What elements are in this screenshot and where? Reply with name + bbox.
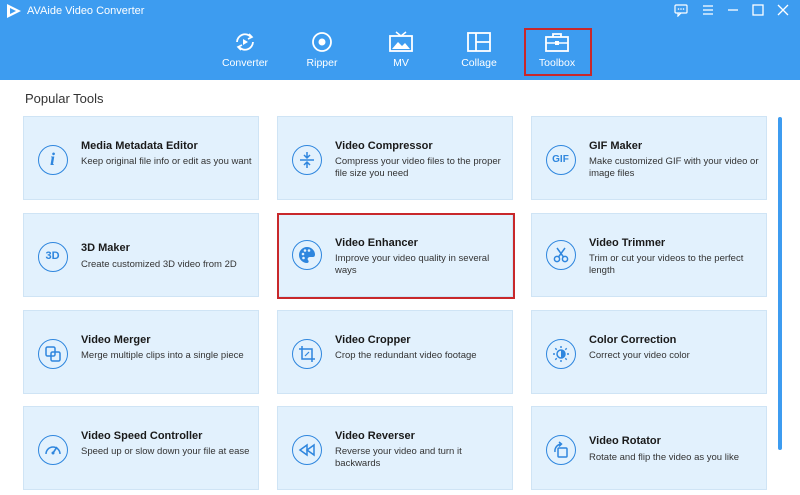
feedback-icon[interactable] xyxy=(674,3,688,17)
tool-title: Video Rotator xyxy=(589,435,661,447)
tool-title: Video Compressor xyxy=(335,140,433,152)
tool-card-color-correction[interactable]: Color Correction Correct your video colo… xyxy=(531,310,767,394)
color-correction-icon xyxy=(546,339,576,369)
tool-description: Crop the redundant video footage xyxy=(335,350,477,361)
converter-icon xyxy=(236,33,254,51)
tool-card-video-reverser[interactable]: Video Reverser Reverse your video and tu… xyxy=(277,406,513,490)
tool-description: Speed up or slow down your file at ease xyxy=(81,446,250,457)
merge-icon xyxy=(38,339,68,369)
collage-icon xyxy=(467,32,491,52)
tool-description: Correct your video color xyxy=(589,350,690,361)
tool-card-gif-maker[interactable]: GIF GIF Maker Make customized GIF with y… xyxy=(531,116,767,200)
section-title: Popular Tools xyxy=(25,91,104,106)
tool-title: 3D Maker xyxy=(81,242,130,254)
speedometer-icon xyxy=(38,435,68,465)
info-icon: i xyxy=(38,145,68,175)
toolbox-highlight-box xyxy=(524,28,592,76)
tool-title: Video Cropper xyxy=(335,334,411,346)
tool-description: Create customized 3D video from 2D xyxy=(81,259,237,270)
tool-description: Reverse your video and turn it backwards xyxy=(335,446,462,469)
tool-title: Video Reverser xyxy=(335,430,415,442)
tool-description: Merge multiple clips into a single piece xyxy=(81,350,244,361)
tool-title: Media Metadata Editor xyxy=(81,140,198,152)
video-enhancer-highlight-box xyxy=(277,213,515,299)
rewind-icon xyxy=(292,435,322,465)
tool-card-video-trimmer[interactable]: Video Trimmer Trim or cut your videos to… xyxy=(531,213,767,297)
tool-description: Rotate and flip the video as you like xyxy=(589,452,739,463)
tool-card-video-rotator[interactable]: Video Rotator Rotate and flip the video … xyxy=(531,406,767,490)
tab-collage[interactable]: Collage xyxy=(447,31,511,75)
tool-title: Color Correction xyxy=(589,334,677,346)
tool-card-video-compressor[interactable]: Video Compressor Compress your video fil… xyxy=(277,116,513,200)
tab-ripper[interactable]: Ripper xyxy=(290,31,354,75)
tool-title: GIF Maker xyxy=(589,140,643,152)
tool-card-video-cropper[interactable]: Video Cropper Crop the redundant video f… xyxy=(277,310,513,394)
tool-title: Video Merger xyxy=(81,334,151,346)
tool-card-3d-maker[interactable]: 3D 3D Maker Create customized 3D video f… xyxy=(23,213,259,297)
tool-description: Compress your video files to the proper … xyxy=(335,156,501,179)
tab-mv[interactable]: MV xyxy=(369,31,433,75)
tool-card-video-speed-controller[interactable]: Video Speed Controller Speed up or slow … xyxy=(23,406,259,490)
compress-icon xyxy=(292,145,322,175)
app-title: AVAide Video Converter xyxy=(27,5,145,17)
tab-mv-label: MV xyxy=(393,57,409,69)
tab-ripper-label: Ripper xyxy=(306,57,338,69)
tool-description: Trim or cut your videos to the perfect l… xyxy=(589,253,744,276)
title-bar: AVAide Video Converter Converter Ripper xyxy=(0,0,800,80)
minimize-icon[interactable] xyxy=(726,3,740,17)
tool-title: Video Speed Controller xyxy=(81,430,203,442)
mv-icon xyxy=(389,31,413,52)
app-logo-icon xyxy=(7,4,21,18)
rotate-icon xyxy=(546,435,576,465)
tab-converter[interactable]: Converter xyxy=(213,31,277,75)
tool-card-video-merger[interactable]: Video Merger Merge multiple clips into a… xyxy=(23,310,259,394)
maximize-icon[interactable] xyxy=(751,3,765,17)
menu-icon[interactable] xyxy=(701,3,715,17)
tab-converter-label: Converter xyxy=(221,57,269,69)
scissors-icon xyxy=(546,240,576,270)
tool-card-media-metadata-editor[interactable]: i Media Metadata Editor Keep original fi… xyxy=(23,116,259,200)
tab-collage-label: Collage xyxy=(461,57,497,69)
tool-title: Video Trimmer xyxy=(589,237,666,249)
close-icon[interactable] xyxy=(776,3,790,17)
tool-description: Make customized GIF with your video or i… xyxy=(589,156,759,179)
3d-icon: 3D xyxy=(38,242,68,272)
crop-icon xyxy=(292,339,322,369)
gif-icon: GIF xyxy=(546,145,576,175)
ripper-icon xyxy=(312,32,332,52)
scrollbar[interactable] xyxy=(778,117,782,450)
tool-description: Keep original file info or edit as you w… xyxy=(81,156,252,167)
